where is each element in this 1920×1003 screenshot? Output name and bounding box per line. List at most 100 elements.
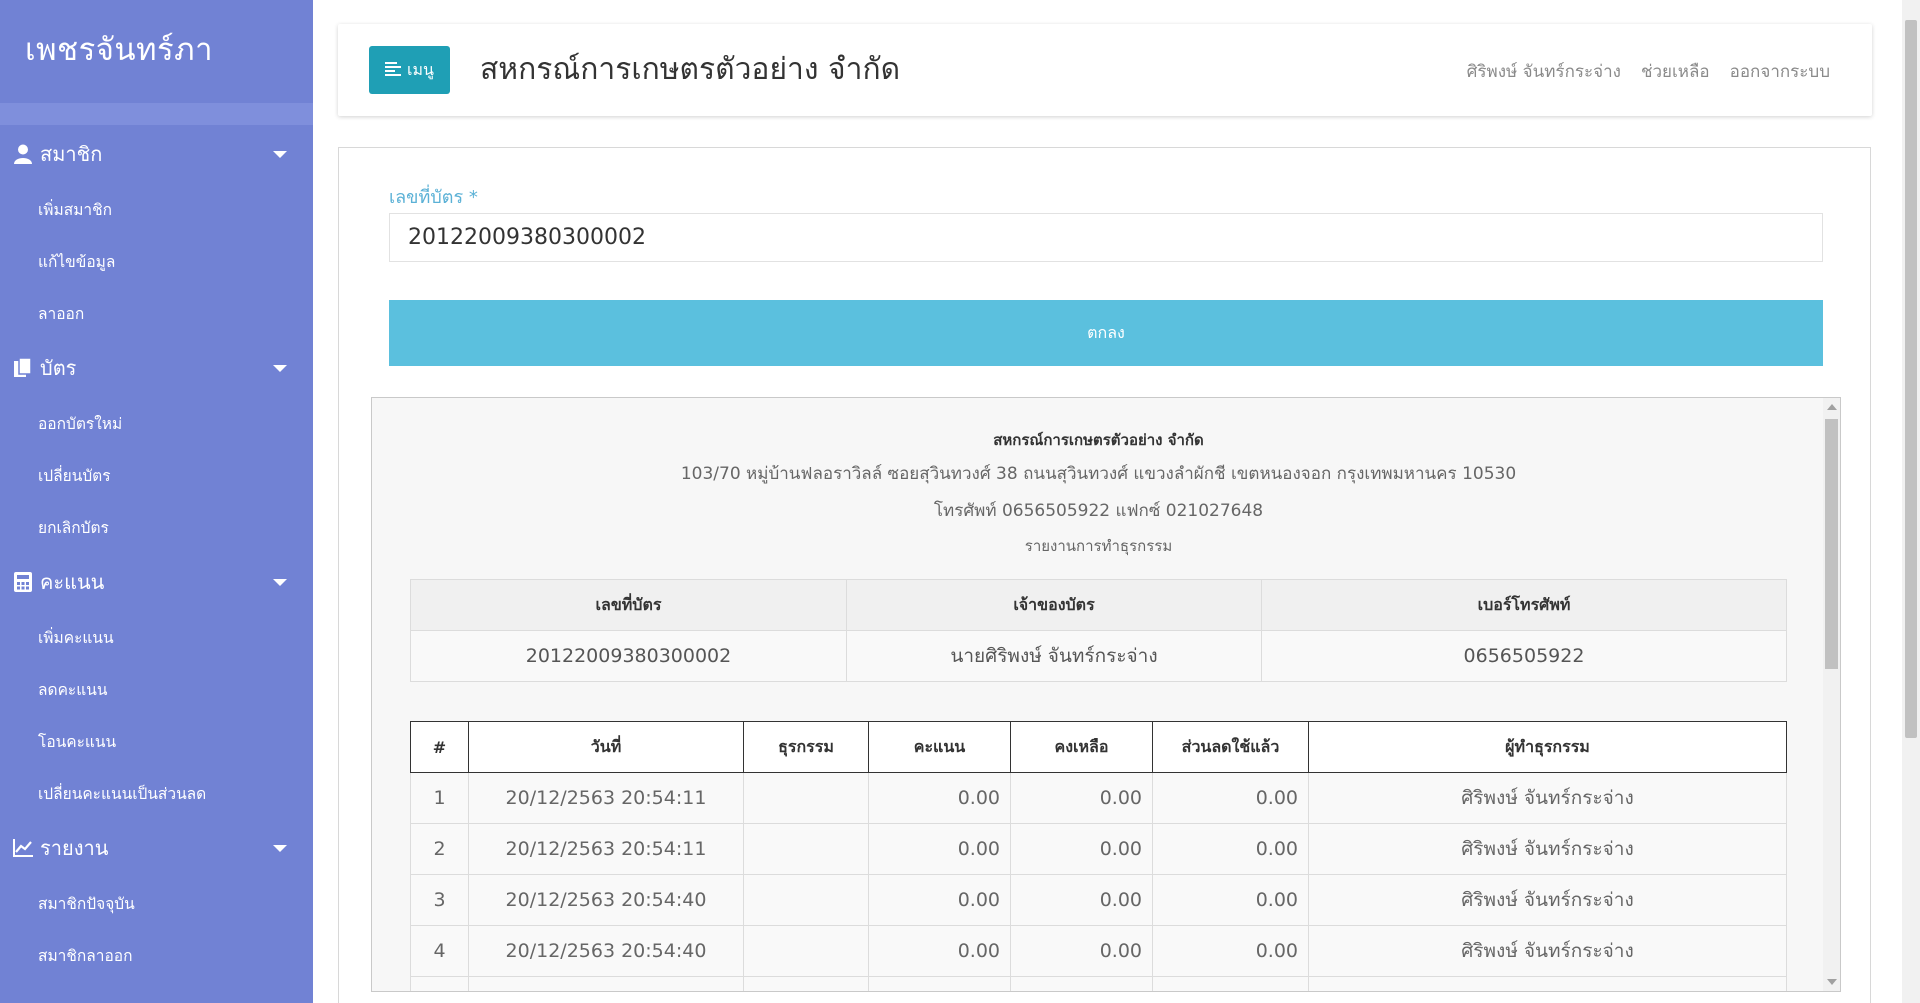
transactions-table: # วันที่ ธุรกรรม คะแนน คงเหลือ ส่วนลดใช้… <box>410 721 1787 991</box>
row-transaction <box>743 823 869 875</box>
sidebar-item-label: เปลี่ยนบัตร <box>38 466 111 485</box>
table-cell: 20122009380300002 <box>410 630 847 682</box>
sidebar-item-label: โอนคะแนน <box>38 732 117 751</box>
top-bar: เมนู สหกรณ์การเกษตรตัวอย่าง จำกัด ศิริพง… <box>338 24 1872 116</box>
sidebar-item-cancel-card[interactable]: ยกเลิกบัตร <box>0 501 313 553</box>
row-date: 20/12/2563 20:55:28 <box>468 976 744 991</box>
row-transaction <box>743 976 869 991</box>
chevron-down-icon <box>273 845 287 852</box>
sidebar-item-add-member[interactable]: เพิ่มสมาชิก <box>0 183 313 235</box>
user-icon <box>12 143 34 165</box>
row-points: 0.00 <box>868 874 1011 926</box>
row-balance: 0.00 <box>1010 874 1153 926</box>
user-name-link[interactable]: ศิริพงษ์ จันทร์กระจ่าง <box>1467 58 1621 85</box>
row-points: 0.00 <box>868 976 1011 991</box>
sidebar-section-reports[interactable]: รายงาน <box>0 819 313 877</box>
row-operator: ศิริพงษ์ จันทร์กระจ่าง <box>1308 976 1787 991</box>
table-row: 4 20/12/2563 20:54:40 0.00 0.00 0.00 ศิร… <box>410 925 1787 977</box>
sidebar-item-new-card[interactable]: ออกบัตรใหม่ <box>0 397 313 449</box>
chevron-down-icon <box>273 579 287 586</box>
row-discount-used: 0.00 <box>1152 925 1309 977</box>
table-header: เจ้าของบัตร <box>846 579 1262 631</box>
card-number-label: เลขที่บัตร * <box>389 182 478 211</box>
card-info-table: เลขที่บัตร เจ้าของบัตร เบอร์โทรศัพท์ 201… <box>410 579 1787 682</box>
row-balance: 0.00 <box>1010 976 1153 991</box>
sidebar-item-transfer-points[interactable]: โอนคะแนน <box>0 715 313 767</box>
row-operator: ศิริพงษ์ จันทร์กระจ่าง <box>1308 874 1787 926</box>
table-row: 1 20/12/2563 20:54:11 0.00 0.00 0.00 ศิร… <box>410 772 1787 824</box>
copy-icon <box>12 357 34 379</box>
table-row: 5 20/12/2563 20:55:28 0.00 0.00 0.00 ศิร… <box>410 976 1787 991</box>
scrollbar-thumb[interactable] <box>1825 419 1838 669</box>
table-header: ธุรกรรม <box>743 721 869 773</box>
page-scrollbar[interactable] <box>1902 0 1920 1003</box>
sidebar-item-resign[interactable]: ลาออก <box>0 287 313 339</box>
main-panel: เลขที่บัตร * ตกลง สหกรณ์การเกษตรตัวอย่าง… <box>338 147 1871 1003</box>
sidebar-section-cards[interactable]: บัตร <box>0 339 313 397</box>
table-cell: 0656505922 <box>1261 630 1787 682</box>
row-discount-used: 0.00 <box>1152 976 1309 991</box>
brand-title[interactable]: เพชรจันทร์ภา <box>0 0 313 103</box>
sidebar-section-label: สมาชิก <box>40 142 103 166</box>
sidebar-section-members[interactable]: สมาชิก <box>0 125 313 183</box>
report-org-name: สหกรณ์การเกษตรตัวอย่าง จำกัด <box>993 431 1204 449</box>
table-cell: นายศิริพงษ์ จันทร์กระจ่าง <box>846 630 1262 682</box>
row-index: 3 <box>410 874 469 926</box>
row-discount-used: 0.00 <box>1152 823 1309 875</box>
sidebar-item-label: ลาออก <box>38 304 85 323</box>
sidebar-item-label: เพิ่มสมาชิก <box>38 200 113 219</box>
submit-button[interactable]: ตกลง <box>389 300 1823 366</box>
sidebar-section-points[interactable]: คะแนน <box>0 553 313 611</box>
table-header: คงเหลือ <box>1010 721 1153 773</box>
table-header: ผู้ทำธุรกรรม <box>1308 721 1787 773</box>
sidebar-item-label: เปลี่ยนคะแนนเป็นส่วนลด <box>38 784 207 803</box>
row-discount-used: 0.00 <box>1152 874 1309 926</box>
row-index: 5 <box>410 976 469 991</box>
row-date: 20/12/2563 20:54:40 <box>468 925 744 977</box>
chevron-down-icon <box>273 365 287 372</box>
menu-button[interactable]: เมนู <box>369 46 450 94</box>
calculator-icon <box>12 571 34 593</box>
row-balance: 0.00 <box>1010 772 1153 824</box>
row-date: 20/12/2563 20:54:11 <box>468 772 744 824</box>
sidebar-item-label: ลดคะแนน <box>38 680 108 699</box>
row-operator: ศิริพงษ์ จันทร์กระจ่าง <box>1308 925 1787 977</box>
report-title: รายงานการทำธุรกรรม <box>1024 537 1173 555</box>
table-header: ส่วนลดใช้แล้ว <box>1152 721 1309 773</box>
top-links: ศิริพงษ์ จันทร์กระจ่าง ช่วยเหลือ ออกจากร… <box>1467 58 1830 85</box>
report-scrollbar[interactable] <box>1823 398 1840 991</box>
help-link[interactable]: ช่วยเหลือ <box>1641 58 1710 85</box>
sidebar-item-label: ยกเลิกบัตร <box>38 518 109 537</box>
row-index: 1 <box>410 772 469 824</box>
row-balance: 0.00 <box>1010 823 1153 875</box>
card-number-input[interactable] <box>389 213 1823 262</box>
sidebar-item-label: ออกบัตรใหม่ <box>38 414 123 433</box>
page-title: สหกรณ์การเกษตรตัวอย่าง จำกัด <box>480 52 901 87</box>
sidebar-item-label: สมาชิกปัจจุบัน <box>38 894 135 913</box>
sidebar-section-label: คะแนน <box>40 570 105 594</box>
scroll-down-icon[interactable] <box>1827 979 1837 985</box>
sidebar-item-reduce-points[interactable]: ลดคะแนน <box>0 663 313 715</box>
sidebar-item-edit-member[interactable]: แก้ไขข้อมูล <box>0 235 313 287</box>
table-header: # <box>410 721 469 773</box>
row-points: 0.00 <box>868 823 1011 875</box>
page-scrollbar-thumb[interactable] <box>1905 20 1917 738</box>
table-header: วันที่ <box>468 721 744 773</box>
sidebar-item-current-members[interactable]: สมาชิกปัจจุบัน <box>0 877 313 929</box>
logout-link[interactable]: ออกจากระบบ <box>1730 58 1830 85</box>
sidebar-section-label: บัตร <box>40 356 77 380</box>
brand-divider <box>0 103 313 125</box>
row-date: 20/12/2563 20:54:11 <box>468 823 744 875</box>
sidebar-item-change-card[interactable]: เปลี่ยนบัตร <box>0 449 313 501</box>
sidebar-item-resigned-members[interactable]: สมาชิกลาออก <box>0 929 313 981</box>
chart-line-icon <box>12 837 34 859</box>
sidebar-item-convert-points[interactable]: เปลี่ยนคะแนนเป็นส่วนลด <box>0 767 313 819</box>
scroll-up-icon[interactable] <box>1827 404 1837 410</box>
row-points: 0.00 <box>868 925 1011 977</box>
card-number-label-text: เลขที่บัตร <box>389 187 464 208</box>
list-icon <box>385 61 402 80</box>
sidebar-item-label: สมาชิกลาออก <box>38 946 133 965</box>
report-frame[interactable]: สหกรณ์การเกษตรตัวอย่าง จำกัด 103/70 หมู่… <box>371 397 1841 992</box>
row-operator: ศิริพงษ์ จันทร์กระจ่าง <box>1308 823 1787 875</box>
sidebar-item-add-points[interactable]: เพิ่มคะแนน <box>0 611 313 663</box>
